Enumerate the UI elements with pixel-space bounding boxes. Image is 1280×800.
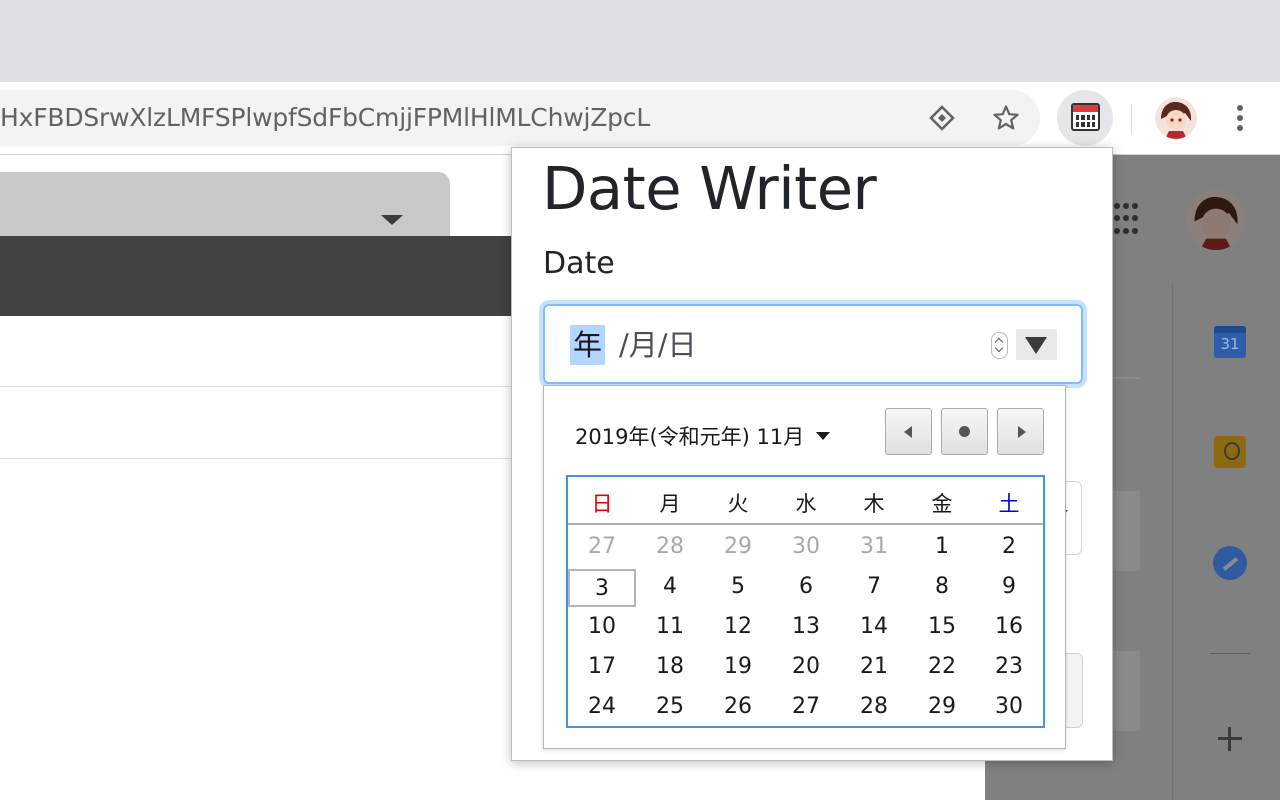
- calendar-day[interactable]: 25: [636, 689, 704, 727]
- weekday-label: 火: [727, 492, 749, 516]
- browser-toolbar: HxFBDSrwXlzLMFSPlwpfSdFbCmjjFPMlHlMLChwj…: [0, 82, 1280, 155]
- calendar-day[interactable]: 10: [568, 609, 636, 647]
- date-label: Date: [543, 246, 615, 281]
- tasks-app-icon[interactable]: [1213, 546, 1247, 580]
- weekday-label: 日: [591, 492, 613, 516]
- calendar-day[interactable]: 9: [975, 569, 1043, 607]
- browser-menu-icon[interactable]: [1228, 102, 1252, 134]
- calendar-day[interactable]: 27: [568, 529, 636, 567]
- calendar-extension-icon: [1071, 103, 1100, 131]
- account-avatar[interactable]: [1186, 190, 1246, 250]
- toolbar-separator: [1131, 104, 1132, 134]
- calendar-dropdown: 2019年(令和元年) 11月 日 月 火 水 木 金 土 27 28 29 30 31…: [543, 385, 1066, 749]
- calendar-day[interactable]: 31: [840, 529, 908, 567]
- calendar-day[interactable]: 21: [840, 649, 908, 687]
- calendar-day[interactable]: 29: [704, 529, 772, 567]
- calendar-app-icon[interactable]: 31: [1214, 326, 1246, 358]
- calendar-grid: 日 月 火 水 木 金 土 27 28 29 30 31 1 2 3 4 5 6 7 8 9 10 11 12 1…: [566, 475, 1045, 728]
- calendar-day[interactable]: 8: [908, 569, 976, 607]
- calendar-day[interactable]: 19: [704, 649, 772, 687]
- profile-avatar[interactable]: [1155, 97, 1197, 139]
- month-year-label[interactable]: 2019年(令和元年) 11月: [575, 421, 804, 451]
- calendar-day[interactable]: 14: [840, 609, 908, 647]
- weekday-label: 月: [659, 492, 681, 516]
- calendar-day[interactable]: 28: [636, 529, 704, 567]
- date-spinner-icon[interactable]: [991, 332, 1008, 359]
- calendar-day[interactable]: 22: [908, 649, 976, 687]
- today-button[interactable]: [941, 408, 988, 455]
- panel-divider: [1172, 283, 1173, 800]
- calendar-day[interactable]: 12: [704, 609, 772, 647]
- calendar-day[interactable]: 24: [568, 689, 636, 727]
- calendar-day[interactable]: 6: [772, 569, 840, 607]
- calendar-day[interactable]: 11: [636, 609, 704, 647]
- calendar-day[interactable]: 26: [704, 689, 772, 727]
- calendar-day[interactable]: 5: [704, 569, 772, 607]
- date-writer-popup: Date Writer Date 年 /月/日 2019年(令和元年) 11月 …: [511, 147, 1113, 761]
- calendar-day[interactable]: 27: [772, 689, 840, 727]
- next-month-button[interactable]: [997, 408, 1044, 455]
- star-icon[interactable]: [992, 104, 1020, 132]
- date-input[interactable]: 年 /月/日: [543, 304, 1083, 384]
- address-bar[interactable]: HxFBDSrwXlzLMFSPlwpfSdFbCmjjFPMlHlMLChwj…: [0, 90, 1040, 146]
- calendar-day[interactable]: 20: [772, 649, 840, 687]
- month-caret-icon[interactable]: [816, 432, 830, 440]
- calendar-day[interactable]: 15: [908, 609, 976, 647]
- apps-grid-icon[interactable]: [1114, 203, 1138, 237]
- url-text[interactable]: HxFBDSrwXlzLMFSPlwpfSdFbCmjjFPMlHlMLChwj…: [0, 90, 650, 146]
- panel-separator: [1210, 653, 1250, 654]
- calendar-day[interactable]: 1: [908, 529, 976, 567]
- calendar-day[interactable]: 28: [840, 689, 908, 727]
- date-year-segment[interactable]: 年: [570, 325, 606, 365]
- dropdown-caret-icon: [381, 215, 403, 225]
- date-month-day-segments[interactable]: /月/日: [619, 325, 697, 365]
- translate-icon[interactable]: [928, 104, 956, 132]
- add-icon[interactable]: [1216, 725, 1244, 753]
- keep-app-icon[interactable]: [1214, 436, 1246, 468]
- calendar-day[interactable]: 30: [975, 689, 1043, 727]
- weekday-header-row: 日 月 火 水 木 金 土: [568, 477, 1043, 525]
- calendar-day[interactable]: 3: [568, 569, 636, 607]
- calendar-day[interactable]: 16: [975, 609, 1043, 647]
- weekday-label: 木: [863, 492, 885, 516]
- calendar-day[interactable]: 4: [636, 569, 704, 607]
- weekday-label: 水: [795, 492, 817, 516]
- calendar-dropdown-button[interactable]: [1016, 329, 1057, 360]
- calendar-day[interactable]: 30: [772, 529, 840, 567]
- calendar-day[interactable]: 18: [636, 649, 704, 687]
- calendar-day[interactable]: 2: [975, 529, 1043, 567]
- calendar-day[interactable]: 29: [908, 689, 976, 727]
- calendar-day[interactable]: 23: [975, 649, 1043, 687]
- previous-month-button[interactable]: [885, 408, 932, 455]
- tab-strip: [0, 0, 1280, 82]
- date-writer-extension-button[interactable]: [1057, 90, 1113, 146]
- calendar-day[interactable]: 13: [772, 609, 840, 647]
- calendar-day[interactable]: 17: [568, 649, 636, 687]
- popup-title: Date Writer: [542, 154, 877, 223]
- calendar-day[interactable]: 7: [840, 569, 908, 607]
- weekday-label: 土: [998, 492, 1020, 516]
- weekday-label: 金: [931, 492, 953, 516]
